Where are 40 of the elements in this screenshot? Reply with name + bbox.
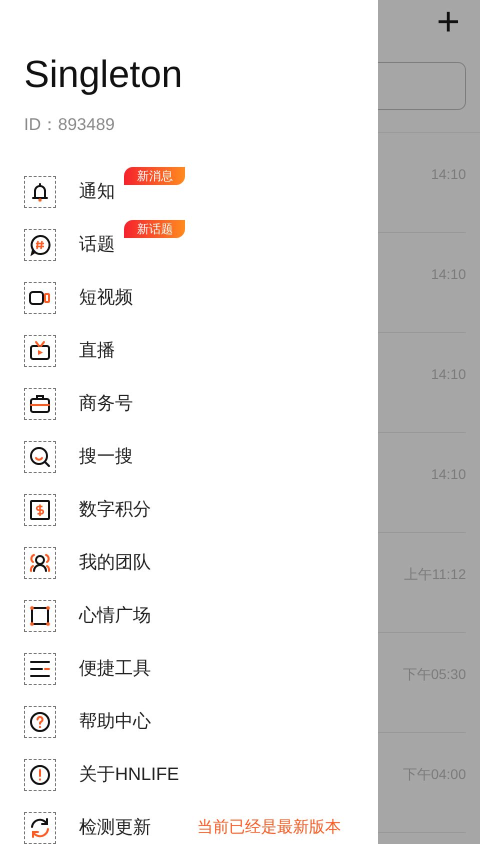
menu-item[interactable]: 数字积分 [0,483,378,536]
menu-label: 心情广场 [79,604,151,626]
menu-item[interactable]: 话题 新话题 [0,218,378,271]
menu-item[interactable]: 我的团队 [0,536,378,589]
menu-label: 通知 [79,180,115,202]
refresh-icon [28,816,52,840]
user-id: ID：893489 [24,114,115,136]
menu-item[interactable]: 帮助中心 [0,695,378,748]
menu-label: 数字积分 [79,498,151,520]
menu-item[interactable]: 短视频 [0,271,378,324]
menu-label: 检测更新 [79,816,151,838]
info-icon [28,762,52,786]
search-icon [28,444,52,468]
menu-item[interactable]: 检测更新 当前已经是最新版本 [0,801,378,844]
frame-icon [28,604,52,628]
menu-label: 帮助中心 [79,710,151,732]
menu-label: 我的团队 [79,552,151,574]
menu-item[interactable]: 直播 [0,324,378,377]
menu-item[interactable]: 便捷工具 [0,642,378,695]
menu-label: 搜一搜 [79,446,133,468]
new-badge: 新消息 [124,167,185,185]
menu-label: 商务号 [79,392,133,414]
menu-label: 话题 [79,234,115,256]
menu-label: 便捷工具 [79,658,151,680]
menu-item[interactable]: 搜一搜 [0,430,378,483]
menu-label: 直播 [79,340,115,362]
menu-item[interactable]: 商务号 [0,377,378,430]
menu-item[interactable]: 通知 新消息 [0,165,378,218]
tv-icon [28,338,52,362]
hashtag-bubble-icon [28,232,52,256]
menu-item[interactable]: 心情广场 [0,589,378,642]
help-icon [28,710,52,734]
user-name: Singleton [24,56,182,94]
version-note: 当前已经是最新版本 [197,818,341,838]
menu-label: 关于HNLIFE [79,764,180,786]
menu-label: 短视频 [79,286,133,308]
menu-item[interactable]: 关于HNLIFE [0,748,378,801]
add-button[interactable]: + [432,2,464,42]
new-badge: 新话题 [124,220,185,238]
dollar-card-icon [28,498,52,522]
